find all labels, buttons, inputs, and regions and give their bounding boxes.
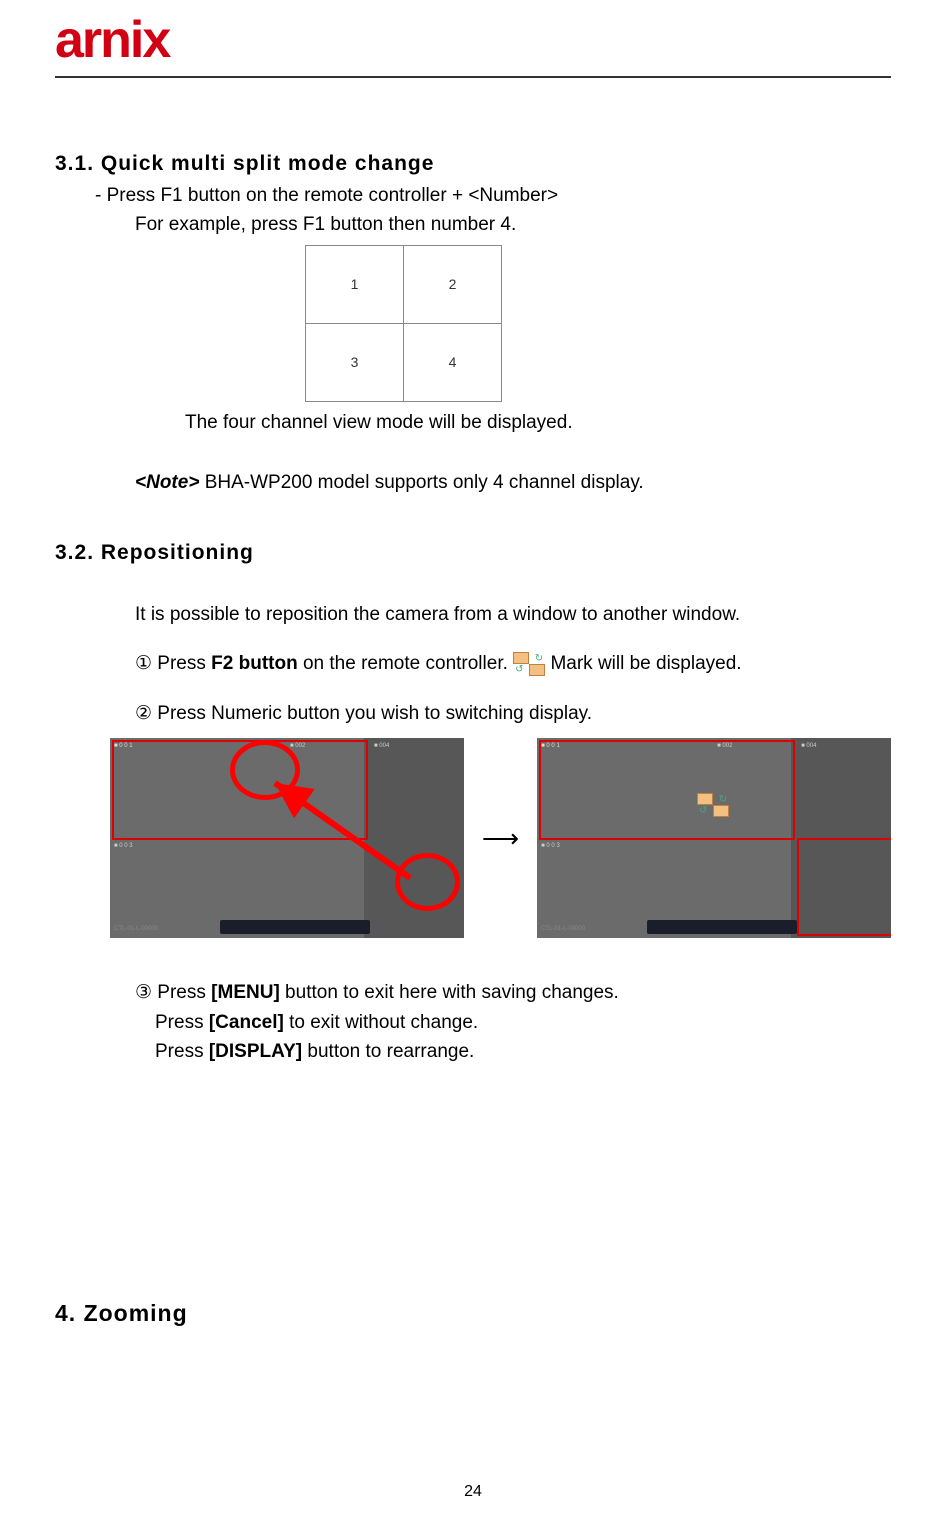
step3-bold: [MENU] <box>211 982 280 1003</box>
step5-post: button to rearrange. <box>302 1041 474 1062</box>
drag-arrow <box>260 768 450 898</box>
page-number: 24 <box>0 1483 946 1501</box>
step4-bold: [Cancel] <box>209 1012 284 1033</box>
step1-bold: F2 button <box>211 653 298 674</box>
sec31-line1: - Press F1 button on the remote controll… <box>95 181 891 210</box>
step5-pre: Press <box>155 1041 209 1062</box>
section-4-heading: 4. Zooming <box>55 1296 891 1332</box>
grid-cell-2: 2 <box>404 246 502 324</box>
logo-block: arnix <box>55 0 891 70</box>
step4-post: to exit without change. <box>284 1012 478 1033</box>
sec31-caption: The four channel view mode will be displ… <box>185 408 891 437</box>
swap-icon: ↻ ↺ <box>513 652 545 676</box>
step1-mid: on the remote controller. <box>298 653 513 674</box>
sec32-intro: It is possible to reposition the camera … <box>135 600 891 629</box>
step4-pre: Press <box>155 1012 209 1033</box>
four-channel-grid: 1 2 3 4 <box>305 245 502 402</box>
transition-arrow-icon: ⟶ <box>482 818 519 858</box>
section-3-2-heading: 3.2. Repositioning <box>55 537 891 570</box>
step5-bold: [DISPLAY] <box>209 1041 302 1062</box>
step1-post: Mark will be displayed. <box>550 653 741 674</box>
grid-cell-3: 3 <box>306 324 404 402</box>
sec31-note: <Note> BHA-WP200 model supports only 4 c… <box>135 468 891 497</box>
brand-logo: arnix <box>55 11 169 69</box>
sec32-step2: ② Press Numeric button you wish to switc… <box>135 699 891 728</box>
note-label: <Note> <box>135 472 199 493</box>
sec32-step3: ③ Press [MENU] button to exit here with … <box>135 978 891 1007</box>
sec32-step1: ① Press F2 button on the remote controll… <box>135 649 891 678</box>
sec32-step4: Press [Cancel] to exit without change. <box>155 1008 891 1037</box>
screenshot-after: ■ 0 0 1 ■ 002 ■ 0 0 3 ■ 004 CTL-01-L-000… <box>537 738 891 938</box>
note-text: BHA-WP200 model supports only 4 channel … <box>199 472 643 493</box>
grid-cell-1: 1 <box>306 246 404 324</box>
grid-cell-4: 4 <box>404 324 502 402</box>
step3-post: button to exit here with saving changes. <box>280 982 619 1003</box>
step3-pre: ③ Press <box>135 982 211 1003</box>
screenshot-before: ■ 0 0 1 ■ 002 ■ 0 0 3 ■ 004 CTL-01-L-000… <box>110 738 464 938</box>
swap-icon-center: ↻ ↺ <box>697 793 729 817</box>
sec31-line2: For example, press F1 button then number… <box>135 210 891 239</box>
section-3-1-heading: 3.1. Quick multi split mode change <box>55 148 891 181</box>
repositioning-screenshots: ■ 0 0 1 ■ 002 ■ 0 0 3 ■ 004 CTL-01-L-000… <box>110 738 891 938</box>
sec32-step5: Press [DISPLAY] button to rearrange. <box>155 1037 891 1066</box>
step1-pre: ① Press <box>135 653 211 674</box>
